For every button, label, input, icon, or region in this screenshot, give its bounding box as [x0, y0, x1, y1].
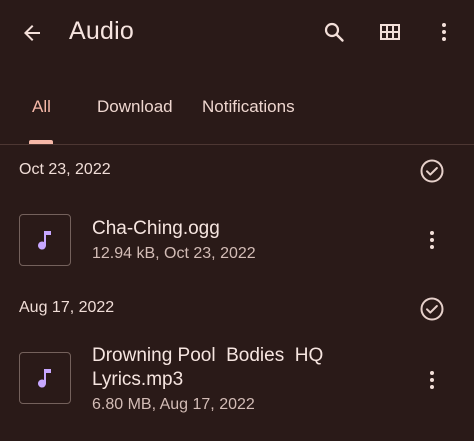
- check-circle-icon: [420, 297, 444, 321]
- file-meta: 6.80 MB, Aug 17, 2022: [92, 396, 255, 413]
- search-icon: [324, 22, 344, 42]
- section-header: Oct 23, 2022: [0, 153, 474, 189]
- file-more-button[interactable]: [414, 222, 450, 258]
- arrow-back-icon: [24, 25, 40, 41]
- file-thumbnail: [19, 352, 71, 404]
- file-row[interactable]: Cha-Ching.ogg 12.94 kB, Oct 23, 2022: [0, 205, 474, 277]
- file-row[interactable]: Drowning Pool Bodies HQ Lyrics.mp3 6.80 …: [0, 340, 474, 430]
- select-section-button[interactable]: [414, 153, 450, 189]
- check-circle-icon: [420, 159, 444, 183]
- tab-bar: All Download Notifications: [0, 80, 474, 144]
- app-bar: Audio: [0, 0, 474, 66]
- tab-divider: [0, 144, 474, 145]
- music-note-icon: [38, 231, 51, 250]
- file-more-button[interactable]: [414, 362, 450, 398]
- section-date: Aug 17, 2022: [19, 299, 115, 316]
- section-header: Aug 17, 2022: [0, 291, 474, 327]
- music-note-icon: [38, 369, 51, 388]
- more-options-button[interactable]: [424, 12, 464, 52]
- file-name: Drowning Pool Bodies HQ Lyrics.mp3: [92, 345, 324, 390]
- section-date: Oct 23, 2022: [19, 161, 111, 178]
- tab-notifications[interactable]: Notifications: [202, 97, 295, 117]
- more-vert-icon: [430, 371, 434, 389]
- tab-download[interactable]: Download: [97, 97, 173, 117]
- more-vert-icon: [442, 23, 446, 41]
- search-button[interactable]: [314, 12, 354, 52]
- tab-all[interactable]: All: [32, 97, 51, 117]
- file-name: Cha-Ching.ogg: [92, 218, 220, 239]
- page-title: Audio: [69, 17, 134, 45]
- file-meta: 12.94 kB, Oct 23, 2022: [92, 245, 256, 262]
- back-button[interactable]: [12, 13, 52, 53]
- grid-view-icon: [380, 24, 400, 40]
- select-section-button[interactable]: [414, 291, 450, 327]
- file-thumbnail: [19, 214, 71, 266]
- more-vert-icon: [430, 231, 434, 249]
- grid-view-button[interactable]: [370, 12, 410, 52]
